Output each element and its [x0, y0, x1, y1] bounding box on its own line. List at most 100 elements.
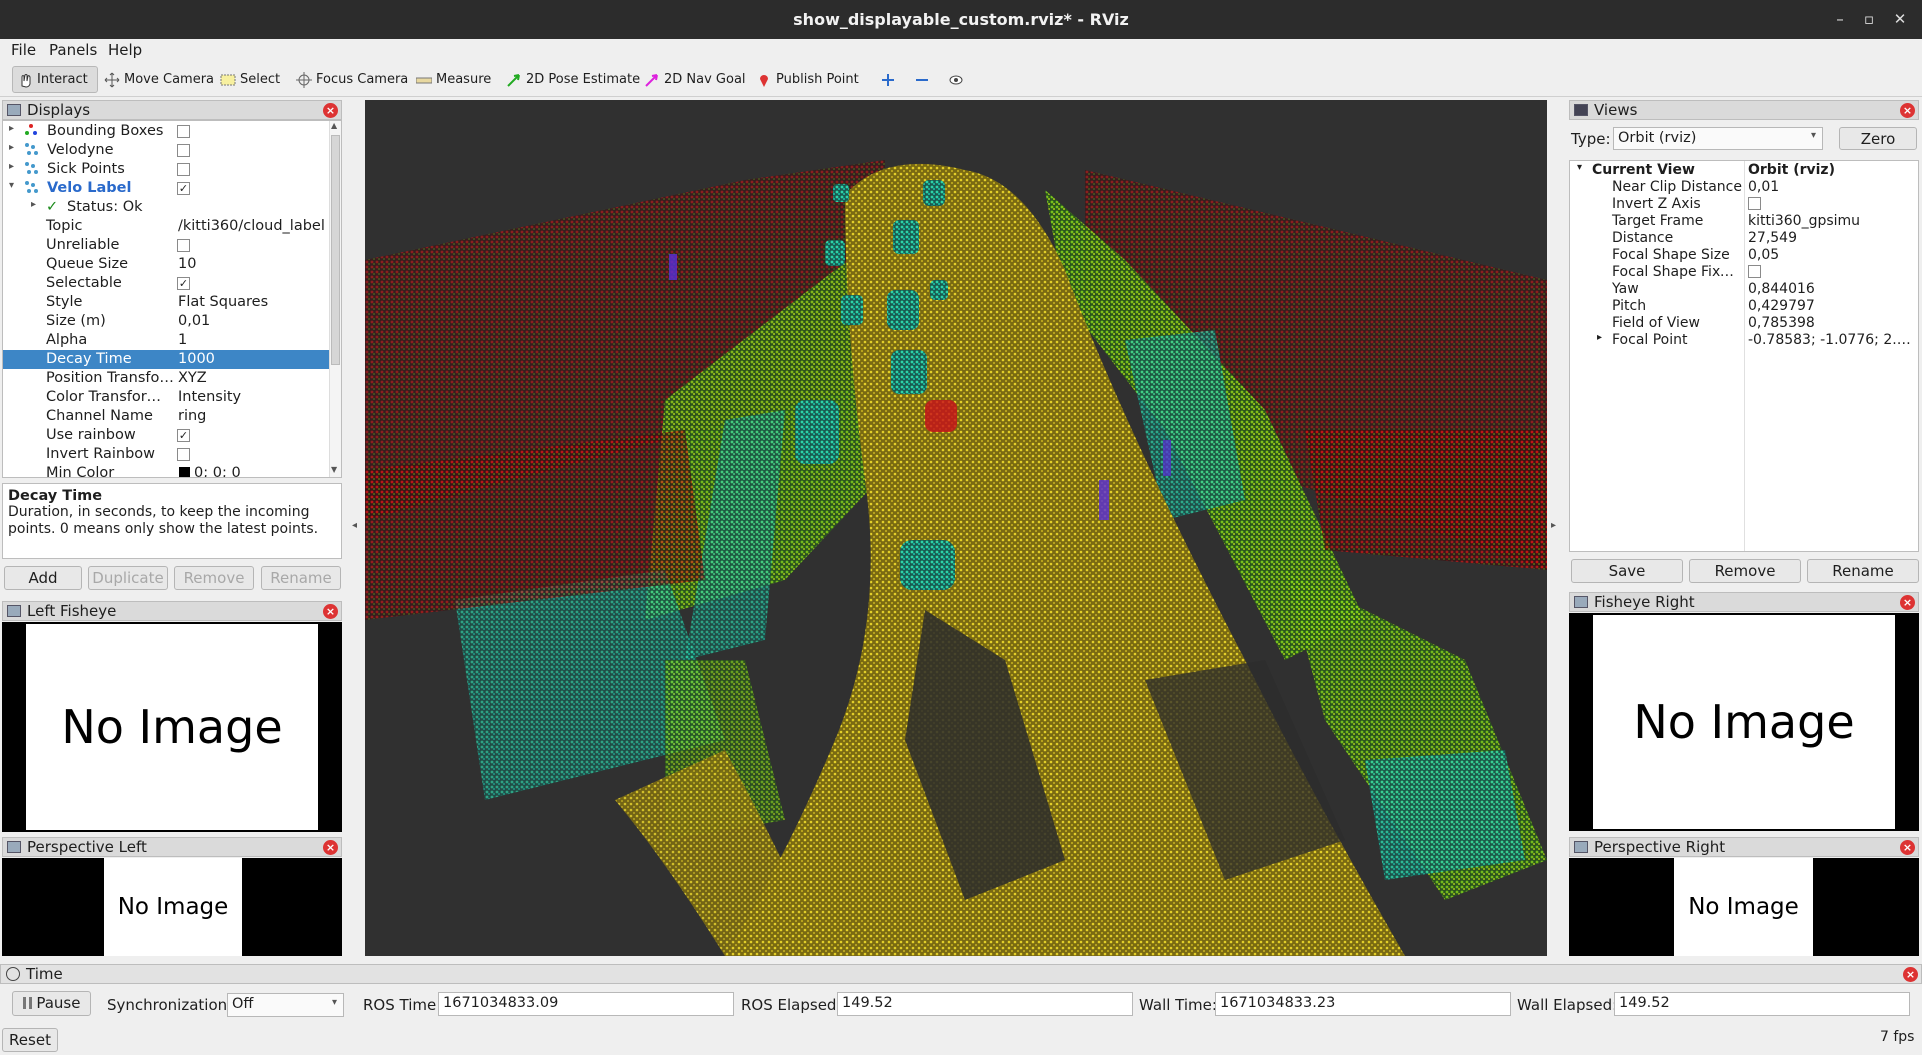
- collapse-right-icon[interactable]: ▸: [1551, 520, 1556, 531]
- display-item-velodyne[interactable]: ▸ Velodyne: [3, 141, 330, 160]
- property-topic[interactable]: Topic/kitti360/cloud_label: [3, 217, 330, 236]
- close-icon[interactable]: ✕: [1889, 8, 1911, 30]
- menu-file[interactable]: File: [11, 41, 36, 59]
- close-icon[interactable]: ×: [1900, 840, 1915, 855]
- property-selectable[interactable]: Selectable ✓: [3, 274, 330, 293]
- property-size[interactable]: Size (m) 0,01: [3, 312, 330, 331]
- close-icon[interactable]: ×: [1900, 595, 1915, 610]
- property-channel-name[interactable]: Channel Name ring: [3, 407, 330, 426]
- perspective-right-title: Perspective Right: [1594, 838, 1726, 856]
- display-item-sick-points[interactable]: ▸ Sick Points: [3, 160, 330, 179]
- menu-help[interactable]: Help: [108, 41, 142, 59]
- select-tool[interactable]: Select: [216, 66, 284, 93]
- close-icon[interactable]: ×: [323, 103, 338, 118]
- property-decay-time[interactable]: Decay Time 1000: [3, 350, 330, 369]
- interact-tool[interactable]: Interact: [12, 66, 98, 93]
- expand-arrow-icon[interactable]: ▸: [9, 123, 14, 134]
- use-rainbow-checkbox[interactable]: ✓: [177, 429, 190, 442]
- property-value[interactable]: 1000: [178, 351, 328, 367]
- wall-elapsed-field[interactable]: 149.52: [1614, 992, 1910, 1016]
- reset-button[interactable]: Reset: [2, 1028, 58, 1052]
- focal-point-row[interactable]: ▸ Focal Point -0.78583; -1.0776; 2.7476: [1570, 332, 1914, 349]
- target-frame-row[interactable]: Target Frame kitti360_gpsimu: [1570, 213, 1914, 230]
- nav-goal-tool[interactable]: 2D Nav Goal: [640, 66, 750, 93]
- property-name: Yaw: [1612, 281, 1639, 297]
- unreliable-checkbox[interactable]: [177, 239, 190, 252]
- ros-time-field[interactable]: 1671034833.09: [438, 992, 734, 1016]
- close-icon[interactable]: ×: [323, 604, 338, 619]
- scrollbar-thumb[interactable]: [331, 135, 340, 365]
- rename-view-button[interactable]: Rename: [1807, 559, 1919, 583]
- remove-tool-button[interactable]: [910, 66, 934, 93]
- property-unreliable[interactable]: Unreliable: [3, 236, 330, 255]
- collapse-arrow-icon[interactable]: ▾: [1577, 162, 1582, 173]
- current-view-row[interactable]: ▾ Current View Orbit (rviz): [1570, 162, 1914, 179]
- expand-arrow-icon[interactable]: ▸: [9, 142, 14, 153]
- scroll-down-icon[interactable]: ▼: [331, 465, 337, 474]
- display-item-velo-label[interactable]: ▾ Velo Label ✓: [3, 179, 330, 198]
- close-icon[interactable]: ×: [1900, 103, 1915, 118]
- collapse-arrow-icon[interactable]: ▾: [9, 180, 14, 191]
- focus-camera-tool[interactable]: Focus Camera: [292, 66, 412, 93]
- property-queue-size[interactable]: Queue Size 10: [3, 255, 330, 274]
- focal-shape-fixed-row[interactable]: Focal Shape Fixed Size: [1570, 264, 1914, 281]
- property-alpha[interactable]: Alpha 1: [3, 331, 330, 350]
- invert-rainbow-checkbox[interactable]: [177, 448, 190, 461]
- add-tool-button[interactable]: [876, 66, 900, 93]
- property-style[interactable]: Style Flat Squares: [3, 293, 330, 312]
- expand-arrow-icon[interactable]: ▸: [31, 199, 36, 210]
- maximize-icon[interactable]: ▫: [1858, 8, 1880, 30]
- ros-elapsed-field[interactable]: 149.52: [837, 992, 1133, 1016]
- views-property-tree[interactable]: ▾ Current View Orbit (rviz) Near Clip Di…: [1569, 160, 1919, 552]
- focal-shape-fixed-checkbox[interactable]: [1748, 265, 1761, 278]
- remove-display-button[interactable]: Remove: [174, 566, 254, 590]
- measure-tool[interactable]: Measure: [412, 66, 495, 93]
- status-row[interactable]: ▸ ✓ Status: Ok: [3, 198, 330, 217]
- property-min-color[interactable]: Min Color 0; 0; 0: [3, 464, 330, 477]
- close-icon[interactable]: ×: [323, 840, 338, 855]
- view-type-select[interactable]: Orbit (rviz) ▾: [1613, 127, 1823, 150]
- yaw-row[interactable]: Yaw 0,844016: [1570, 281, 1914, 298]
- display-item-bounding-boxes[interactable]: ▸ Bounding Boxes: [3, 122, 330, 141]
- property-use-rainbow[interactable]: Use rainbow ✓: [3, 426, 330, 445]
- invert-z-row[interactable]: Invert Z Axis: [1570, 196, 1914, 213]
- near-clip-row[interactable]: Near Clip Distance 0,01: [1570, 179, 1914, 196]
- pitch-row[interactable]: Pitch 0,429797: [1570, 298, 1914, 315]
- rename-display-button[interactable]: Rename: [261, 566, 341, 590]
- property-invert-rainbow[interactable]: Invert Rainbow: [3, 445, 330, 464]
- selectable-checkbox[interactable]: ✓: [177, 277, 190, 290]
- enable-checkbox[interactable]: [177, 163, 190, 176]
- pause-button[interactable]: Pause: [12, 991, 91, 1016]
- invert-z-checkbox[interactable]: [1748, 197, 1761, 210]
- field-of-view-row[interactable]: Field of View 0,785398: [1570, 315, 1914, 332]
- pose-estimate-tool[interactable]: 2D Pose Estimate: [502, 66, 644, 93]
- 3d-viewport[interactable]: [365, 100, 1547, 956]
- duplicate-display-button[interactable]: Duplicate: [88, 566, 168, 590]
- publish-point-tool[interactable]: Publish Point: [752, 66, 863, 93]
- minimize-icon[interactable]: –: [1829, 8, 1851, 30]
- sync-select[interactable]: Off ▾: [227, 993, 344, 1017]
- expand-arrow-icon[interactable]: ▸: [9, 161, 14, 172]
- menu-panels[interactable]: Panels: [49, 41, 97, 59]
- add-display-button[interactable]: Add: [4, 566, 82, 590]
- color-swatch[interactable]: 0; 0; 0: [179, 465, 329, 477]
- distance-row[interactable]: Distance 27,549: [1570, 230, 1914, 247]
- expand-arrow-icon[interactable]: ▸: [1597, 332, 1602, 343]
- move-camera-tool[interactable]: Move Camera: [100, 66, 218, 93]
- save-view-button[interactable]: Save: [1571, 559, 1683, 583]
- displays-scrollbar[interactable]: ▲ ▼: [329, 121, 341, 477]
- focal-shape-size-row[interactable]: Focal Shape Size 0,05: [1570, 247, 1914, 264]
- enable-checkbox[interactable]: ✓: [177, 182, 190, 195]
- zero-button[interactable]: Zero: [1839, 127, 1917, 150]
- property-position-transformer[interactable]: Position TransformerXYZ: [3, 369, 330, 388]
- close-icon[interactable]: ×: [1903, 967, 1918, 982]
- enable-checkbox[interactable]: [177, 144, 190, 157]
- property-color-transformer[interactable]: Color Transformer Intensity: [3, 388, 330, 407]
- collapse-left-icon[interactable]: ◂: [352, 520, 357, 531]
- remove-view-button[interactable]: Remove: [1689, 559, 1801, 583]
- wall-time-field[interactable]: 1671034833.23: [1215, 992, 1511, 1016]
- tool-properties-button[interactable]: [944, 66, 968, 93]
- scroll-up-icon[interactable]: ▲: [331, 121, 337, 130]
- displays-tree[interactable]: ▸ Bounding Boxes ▸ Velodyne ▸ Sick Point…: [2, 120, 342, 478]
- enable-checkbox[interactable]: [177, 125, 190, 138]
